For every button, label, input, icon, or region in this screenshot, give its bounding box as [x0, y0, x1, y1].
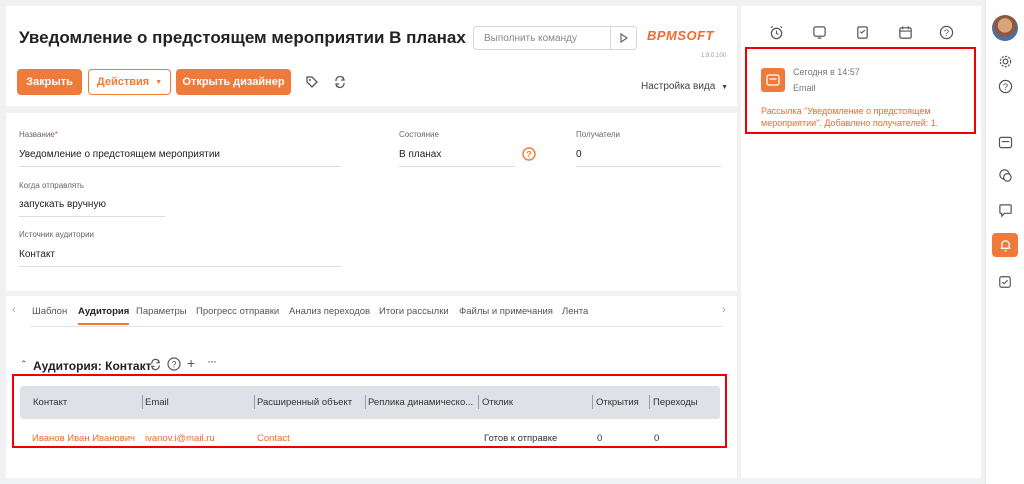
name-label: Название*: [19, 130, 58, 139]
play-icon: [619, 33, 628, 43]
right-sidebar: ?: [985, 0, 1024, 484]
calendar-icon[interactable]: [896, 23, 914, 41]
tab-files-notes[interactable]: Файлы и примечания: [459, 306, 553, 317]
chevron-down-icon: ▼: [721, 84, 729, 91]
send-when-field[interactable]: запускать вручную: [19, 199, 165, 217]
email-icon[interactable]: [992, 130, 1018, 154]
avatar[interactable]: [992, 15, 1018, 41]
view-settings-button[interactable]: Настройка вида ▼: [641, 81, 728, 92]
tab-click-analysis[interactable]: Анализ переходов: [289, 306, 370, 317]
svg-text:?: ?: [526, 150, 532, 160]
send-when-label: Когда отправлять: [19, 181, 85, 190]
message-icon[interactable]: [992, 198, 1018, 222]
record-form: Название* Уведомление о предстоящем меро…: [6, 113, 737, 291]
svg-text:?: ?: [943, 27, 948, 37]
name-field[interactable]: Уведомление о предстоящем мероприятии: [19, 149, 341, 167]
add-icon[interactable]: +: [187, 355, 195, 371]
command-input[interactable]: Выполнить команду: [473, 26, 637, 50]
grid-highlight-box: [12, 374, 727, 448]
tab-bar: ‹ Шаблон Аудитория Параметры Прогресс от…: [6, 296, 737, 328]
alarm-clock-icon[interactable]: [767, 23, 785, 41]
chevron-left-icon[interactable]: ‹: [12, 304, 16, 316]
page-title: Уведомление о предстоящем мероприятии В …: [19, 28, 466, 47]
bpmsoft-logo: BPMSOFT: [647, 28, 715, 43]
help-icon[interactable]: ?: [937, 23, 955, 41]
page-header: Уведомление о предстоящем мероприятии В …: [6, 6, 737, 106]
actions-label: Действия: [96, 76, 150, 88]
chat-bubbles-icon[interactable]: [992, 163, 1018, 187]
open-designer-button[interactable]: Открыть дизайнер: [176, 69, 291, 95]
command-placeholder: Выполнить команду: [484, 33, 577, 44]
more-icon[interactable]: ···: [207, 354, 217, 368]
view-settings-label: Настройка вида: [641, 81, 716, 92]
chevron-right-icon[interactable]: ›: [722, 304, 726, 316]
tab-sending-progress[interactable]: Прогресс отправки: [196, 306, 279, 317]
recipients-label: Получатели: [576, 130, 621, 139]
tab-audience[interactable]: Аудитория: [78, 306, 130, 325]
tab-feed[interactable]: Лента: [562, 306, 588, 317]
screen-chat-icon[interactable]: [810, 23, 828, 41]
audience-source-field[interactable]: Контакт: [19, 249, 341, 267]
svg-text:?: ?: [171, 360, 176, 370]
notification-highlight-box: [745, 47, 976, 134]
actions-button[interactable]: Действия ▼: [88, 69, 171, 95]
bell-icon[interactable]: [992, 233, 1018, 257]
checkbox-icon[interactable]: [992, 270, 1018, 294]
close-button[interactable]: Закрыть: [17, 69, 82, 95]
help-icon[interactable]: ?: [522, 147, 536, 166]
tag-icon[interactable]: [303, 73, 321, 91]
help-icon[interactable]: ?: [992, 74, 1018, 98]
state-label: Состояние: [399, 130, 439, 139]
state-field[interactable]: В планах: [399, 149, 515, 167]
audience-section-title: Аудитория: Контакт: [33, 359, 152, 373]
tab-template[interactable]: Шаблон: [32, 306, 67, 317]
collapse-icon[interactable]: ⌃: [20, 359, 28, 370]
gear-icon[interactable]: [992, 49, 1018, 73]
version-label: 1.8.0.100: [701, 53, 727, 59]
run-command-button[interactable]: [610, 27, 636, 49]
recipients-field: 0: [576, 149, 721, 167]
audience-source-label: Источник аудитории: [19, 230, 95, 239]
tab-parameters[interactable]: Параметры: [136, 306, 187, 317]
tab-divider: [30, 326, 723, 327]
chevron-down-icon: ▼: [155, 78, 163, 86]
tab-mailing-results[interactable]: Итоги рассылки: [379, 306, 449, 317]
svg-text:?: ?: [1002, 81, 1007, 91]
task-list-icon[interactable]: [853, 23, 871, 41]
refresh-icon[interactable]: [331, 73, 349, 91]
